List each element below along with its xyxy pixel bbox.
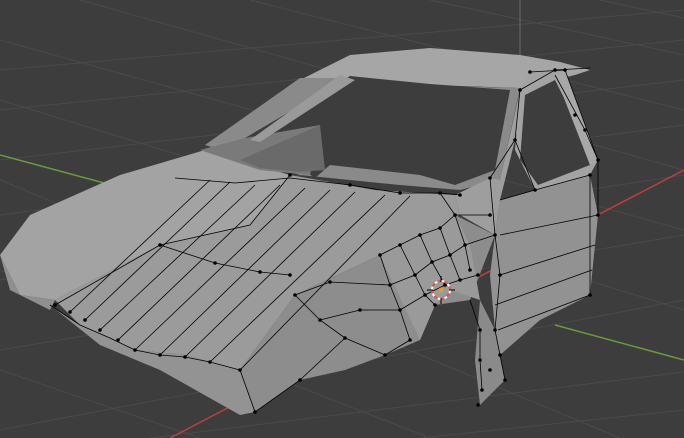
3d-viewport[interactable]	[0, 0, 684, 438]
object-origin-icon	[438, 287, 444, 293]
viewport-canvas[interactable]	[0, 0, 684, 438]
